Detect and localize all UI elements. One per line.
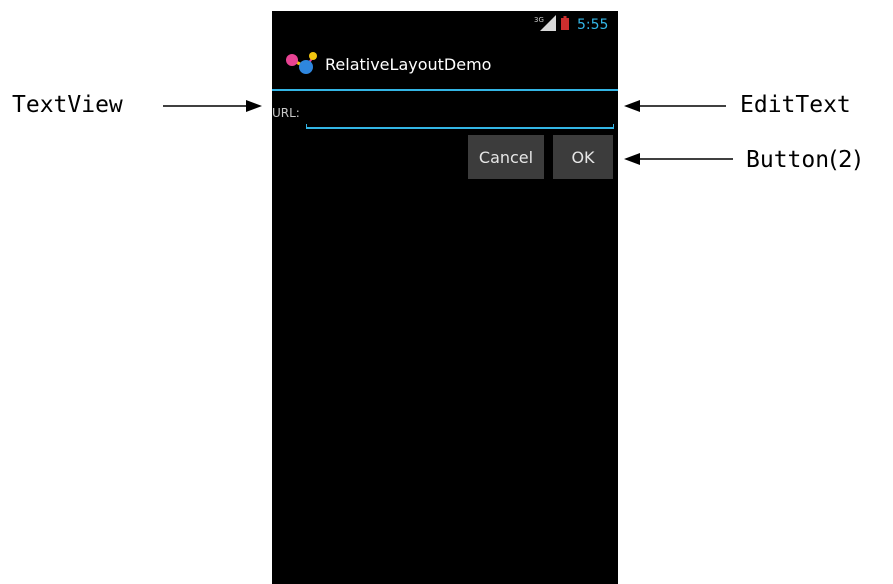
button-callout-label: Button(2)	[746, 147, 862, 173]
battery-icon	[561, 16, 569, 30]
button-callout-count: (2)	[829, 147, 862, 173]
phone-screen: 3G 5:55 RelativeLayoutDemo URL: Cancel O…	[272, 11, 618, 584]
textview-callout-label: TextView	[12, 92, 123, 118]
button-callout-word: Button	[746, 147, 830, 173]
network-type-label: 3G	[534, 16, 544, 24]
url-textview-label: URL:	[272, 106, 300, 120]
app-icon	[286, 52, 317, 74]
status-bar: 3G 5:55	[272, 11, 618, 39]
action-bar: RelativeLayoutDemo	[272, 39, 618, 91]
cancel-button[interactable]: Cancel	[468, 135, 544, 179]
status-time: 5:55	[577, 17, 609, 33]
edittext-callout-label: EditText	[740, 92, 851, 118]
ok-button[interactable]: OK	[553, 135, 613, 179]
url-input-underline	[306, 124, 614, 129]
app-title: RelativeLayoutDemo	[325, 55, 492, 74]
